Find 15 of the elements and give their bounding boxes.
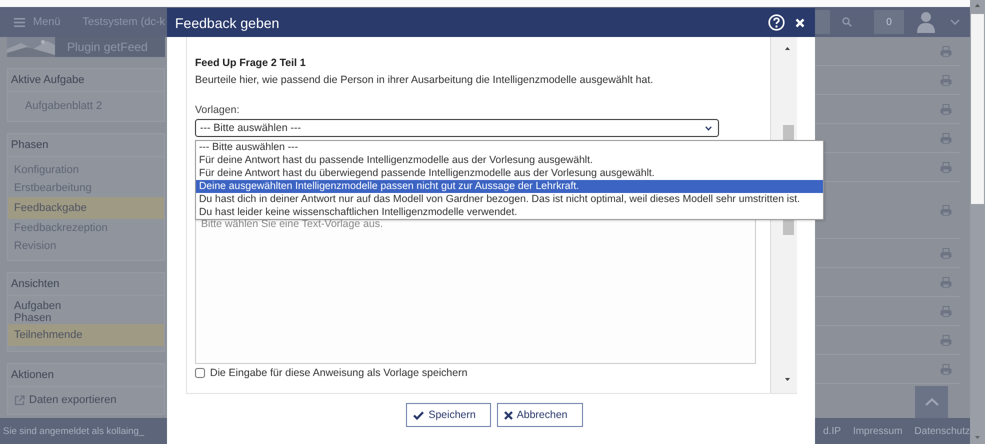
sidebar-item-label: Teilnehmende	[14, 329, 82, 341]
panel-title: Aktionen	[8, 364, 164, 387]
checkbox-label: Die Eingabe für diese Anweisung als Vorlage speichern	[210, 367, 468, 379]
field-label: Vorlagen:	[195, 104, 240, 116]
sidebar-item-label: Feedbackgabe	[14, 202, 87, 214]
sidebar-item-label: Daten exportieren	[29, 394, 116, 406]
question-description: Beurteile hier, wie passend die Person in ihrer Ausarbeitung die Intelligenzmodelle ausgewählt hat.	[195, 74, 654, 86]
sidebar-item-label: Aufgaben	[14, 300, 62, 312]
dialog-title: Feedback geben	[175, 14, 280, 30]
panel-title: Ansichten	[8, 273, 164, 296]
panel-title: Phasen	[8, 134, 164, 157]
question-title: Feed Up Frage 2 Teil 1	[195, 57, 307, 69]
login-status: Sie sind angemeldet als kollaing_	[3, 426, 144, 436]
panel-title: Aktive Aufgabe	[8, 69, 164, 92]
sidebar-item-label: Phasen	[14, 312, 52, 324]
